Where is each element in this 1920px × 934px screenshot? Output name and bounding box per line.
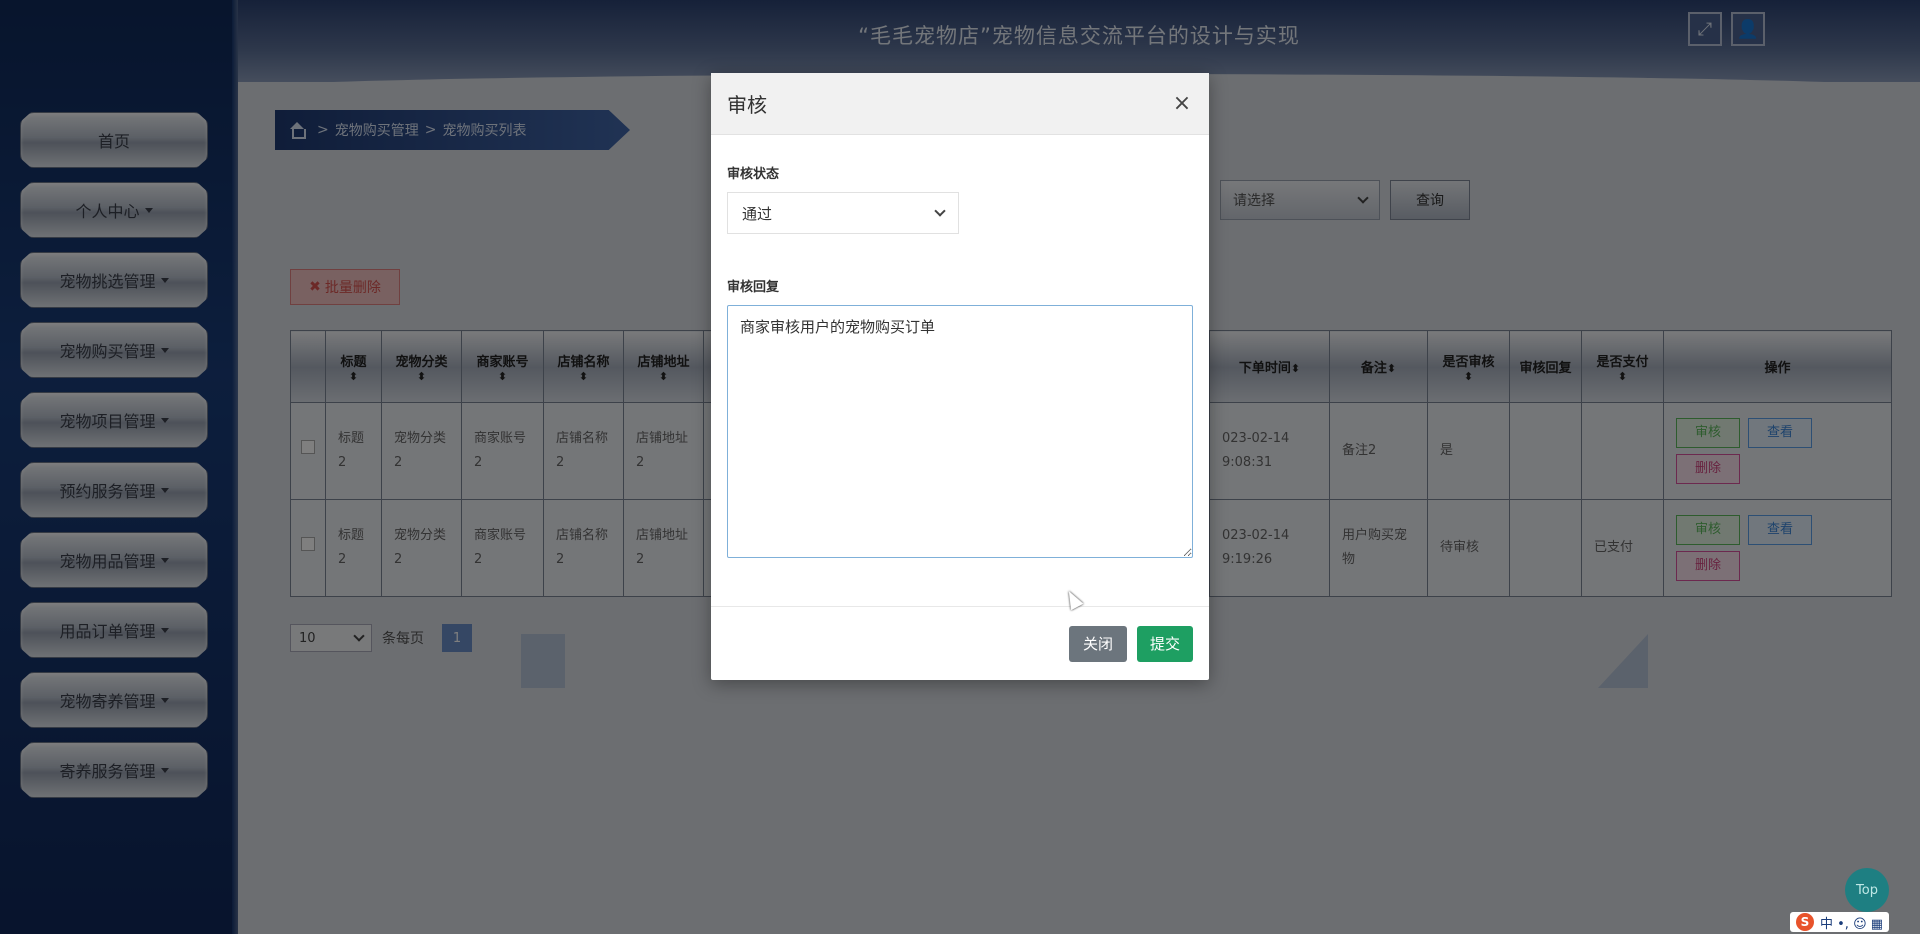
back-to-top-button[interactable]: Top [1845,868,1889,912]
dialog-footer: 关闭 提交 [711,606,1209,680]
audit-status-value: 通过 [742,204,773,223]
ime-toolbar[interactable]: S 中 •, ☺ ▦ [1790,912,1890,932]
ime-status: 中 •, ☺ ▦ [1820,916,1884,932]
audit-status-select[interactable]: 通过 [727,192,959,234]
close-icon[interactable]: × [1171,91,1193,116]
ime-logo-icon: S [1796,913,1814,931]
reply-label: 审核回复 [727,280,780,295]
status-label: 审核状态 [727,167,780,182]
submit-button[interactable]: 提交 [1137,625,1193,662]
audit-reply-textarea[interactable] [727,305,1193,558]
dialog-header: 审核 × [711,73,1209,135]
close-button[interactable]: 关闭 [1069,625,1127,662]
chevron-down-icon [934,205,946,217]
audit-dialog: 审核 × 审核状态 通过 审核回复 关闭 提交 [711,73,1209,680]
dialog-title: 审核 [727,93,767,117]
dialog-body: 审核状态 通过 审核回复 [711,163,1209,562]
